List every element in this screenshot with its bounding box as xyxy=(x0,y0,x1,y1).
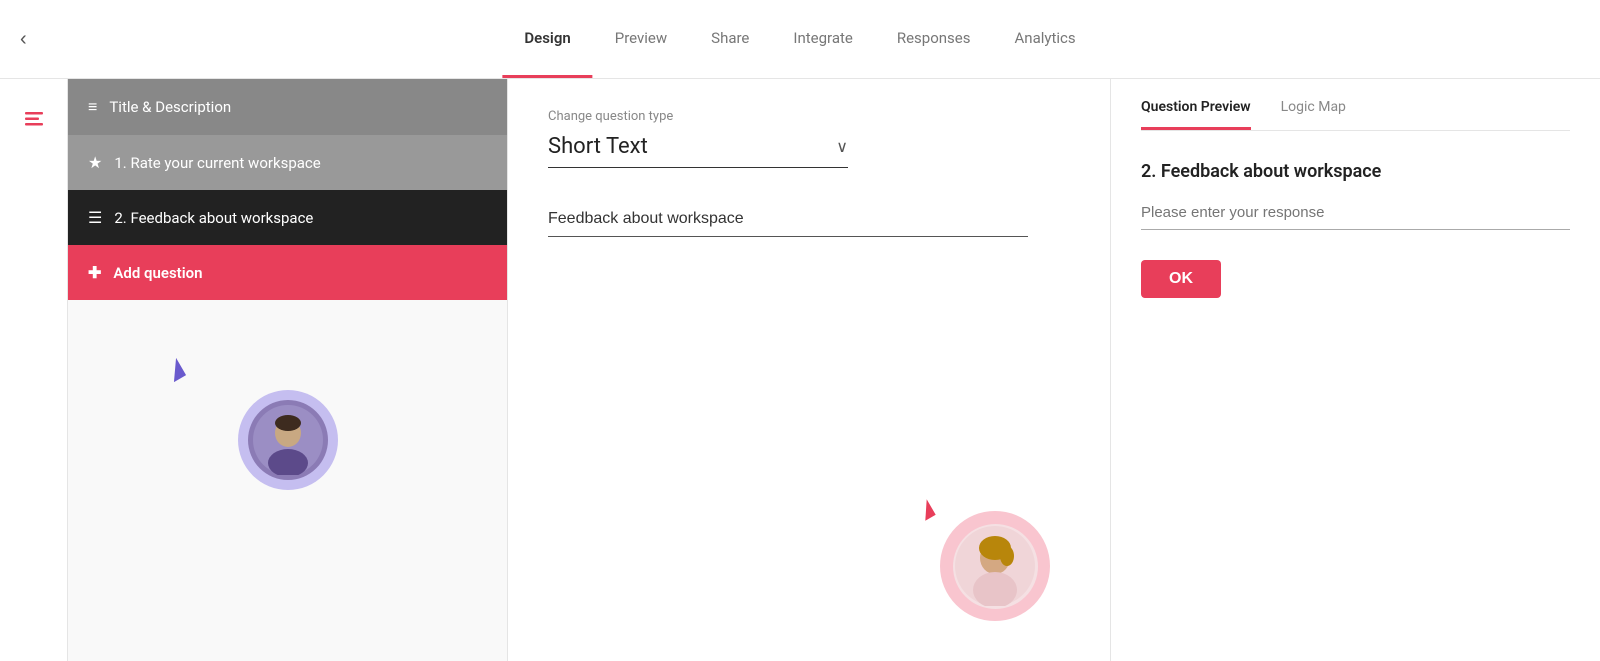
right-panel: Question Preview Logic Map 2. Feedback a… xyxy=(1110,79,1600,661)
tab-logic-map[interactable]: Logic Map xyxy=(1281,99,1346,130)
tab-preview[interactable]: Preview xyxy=(593,1,689,78)
tab-analytics[interactable]: Analytics xyxy=(993,1,1098,78)
q2-icon: ☰ xyxy=(88,208,102,227)
tab-responses[interactable]: Responses xyxy=(875,1,993,78)
sidebar-item-q1[interactable]: ★ 1. Rate your current workspace xyxy=(68,135,507,190)
type-selector-value: Short Text xyxy=(548,134,648,159)
nav-tabs: Design Preview Share Integrate Responses… xyxy=(502,1,1097,78)
avatar-area-blue xyxy=(68,360,507,490)
tab-question-preview[interactable]: Question Preview xyxy=(1141,99,1251,130)
top-nav: ‹ Design Preview Share Integrate Respons… xyxy=(0,0,1600,79)
avatar-inner-pink xyxy=(953,524,1038,609)
back-button[interactable]: ‹ xyxy=(20,28,27,51)
q1-label: 1. Rate your current workspace xyxy=(114,154,320,172)
avatar-blue xyxy=(238,390,338,490)
add-question-label: Add question xyxy=(113,264,202,282)
title-desc-label: Title & Description xyxy=(109,98,231,116)
middle-panel: Change question type Short Text ∨ xyxy=(508,79,1110,661)
avatar-area-pink xyxy=(940,511,1050,621)
icon-bar xyxy=(0,79,68,661)
preview-response-input[interactable] xyxy=(1141,204,1570,230)
avatar-female-svg xyxy=(955,526,1035,606)
tab-share[interactable]: Share xyxy=(689,1,771,78)
main-layout: ≡ Title & Description ★ 1. Rate your cur… xyxy=(0,79,1600,661)
ok-button[interactable]: OK xyxy=(1141,260,1221,298)
right-panel-tabs: Question Preview Logic Map xyxy=(1141,99,1570,131)
type-selector[interactable]: Short Text ∨ xyxy=(548,134,848,168)
sidebar-item-title-desc[interactable]: ≡ Title & Description xyxy=(68,79,507,135)
cursor-blue-icon xyxy=(164,358,186,382)
title-desc-icon: ≡ xyxy=(88,97,97,117)
left-panel: ≡ Title & Description ★ 1. Rate your cur… xyxy=(68,79,508,661)
menu-icon-button[interactable] xyxy=(14,99,54,139)
preview-question-title: 2. Feedback about workspace xyxy=(1141,161,1570,182)
sidebar-item-q2[interactable]: ☰ 2. Feedback about workspace xyxy=(68,190,507,245)
avatar-male-svg xyxy=(253,405,323,475)
tab-integrate[interactable]: Integrate xyxy=(771,1,874,78)
cursor-pink-icon xyxy=(916,499,935,521)
add-question-button[interactable]: ✚ Add question xyxy=(68,245,507,300)
q2-label: 2. Feedback about workspace xyxy=(114,209,313,227)
avatar-pink xyxy=(940,511,1050,621)
q1-icon: ★ xyxy=(88,153,102,172)
question-input[interactable] xyxy=(548,210,1028,237)
change-type-label: Change question type xyxy=(548,109,1070,124)
chevron-down-icon: ∨ xyxy=(836,137,848,156)
tab-design[interactable]: Design xyxy=(502,1,592,78)
avatar-inner-blue xyxy=(248,400,328,480)
add-icon: ✚ xyxy=(88,263,101,282)
